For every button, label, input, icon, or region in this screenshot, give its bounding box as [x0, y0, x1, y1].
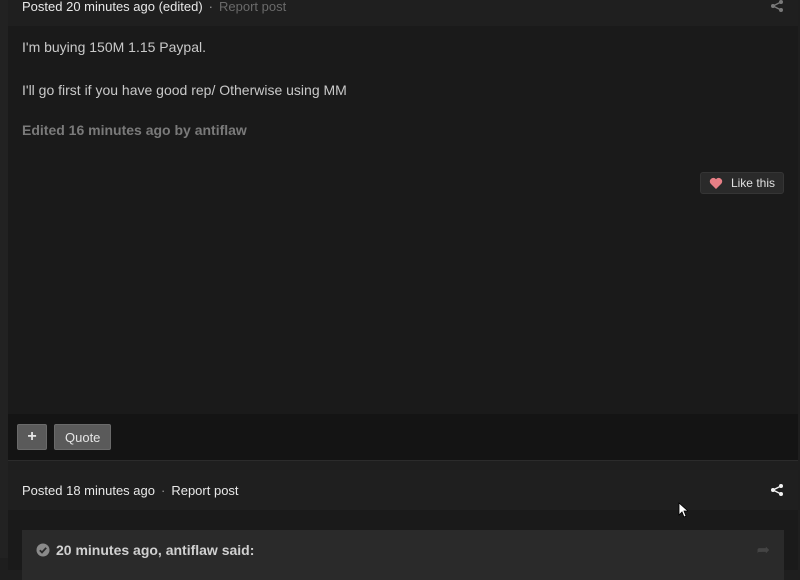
post: Posted 18 minutes ago · Report post 20 m… — [8, 470, 798, 580]
post: Posted 20 minutes ago (edited) · Report … — [8, 0, 798, 461]
report-post-link[interactable]: Report post — [171, 483, 238, 498]
multiquote-button[interactable]: + — [17, 424, 47, 450]
separator: · — [160, 482, 166, 498]
like-button[interactable]: Like this — [699, 172, 784, 194]
post-text-line: I'm buying 150M 1.15 Paypal. — [22, 39, 207, 55]
left-rail — [0, 0, 8, 558]
post-meta: Posted 18 minutes ago · Report post — [22, 483, 239, 498]
arrow-icon[interactable]: ➦ — [757, 540, 770, 560]
check-circle-icon — [36, 543, 50, 557]
post-footer: + Quote — [8, 414, 798, 460]
like-label: Like this — [730, 176, 775, 190]
separator: · — [208, 0, 214, 14]
post-header: Posted 20 minutes ago (edited) · Report … — [8, 0, 798, 26]
report-post-link[interactable]: Report post — [219, 0, 286, 14]
share-icon[interactable] — [770, 0, 784, 13]
share-icon[interactable] — [770, 483, 784, 497]
post-meta: Posted 20 minutes ago (edited) · Report … — [22, 0, 286, 14]
quote-button[interactable]: Quote — [54, 424, 112, 450]
post-content: I'm buying 150M 1.15 Paypal. I'll go fir… — [8, 26, 798, 138]
edited-note: Edited 16 minutes ago by antiflaw — [22, 122, 247, 138]
posted-time: Posted 18 minutes ago — [22, 482, 155, 498]
quote-block: 20 minutes ago, antiflaw said: ➦ — [22, 530, 784, 580]
quote-header: 20 minutes ago, antiflaw said: — [56, 542, 255, 558]
like-container: Like this — [699, 172, 784, 194]
heart-icon — [709, 177, 723, 189]
mouse-cursor-icon — [678, 502, 688, 518]
posted-time: Posted 20 minutes ago (edited) — [22, 0, 203, 14]
post-text-line: I'll go first if you have good rep/ Othe… — [22, 82, 347, 98]
